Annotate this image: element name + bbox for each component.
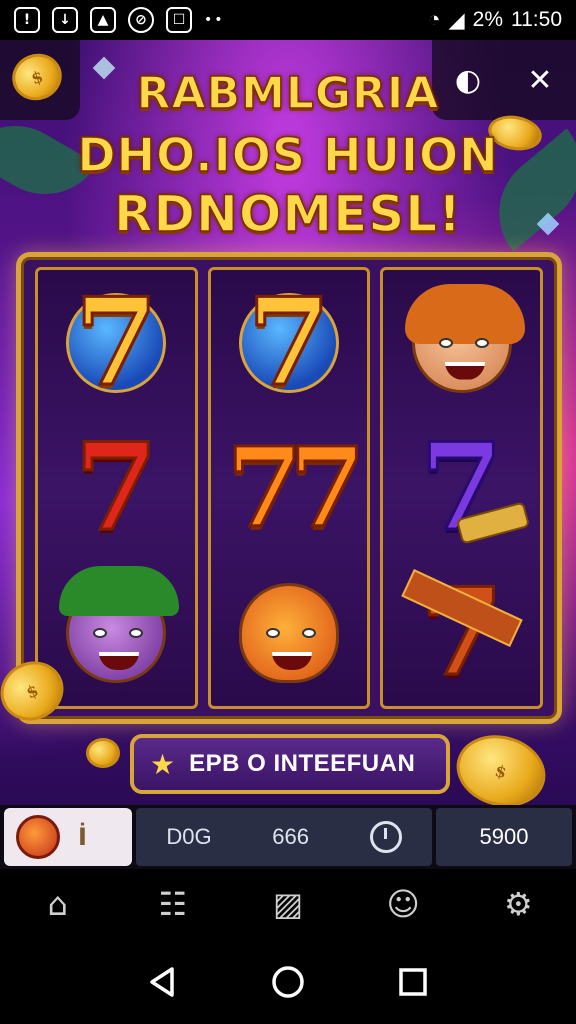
download-icon: ↓ [52, 7, 78, 33]
reel-1[interactable]: 7 7 [35, 267, 198, 709]
title-line-3: RDNOMESL! [113, 184, 462, 244]
gallery-icon[interactable]: ▨ [266, 882, 310, 926]
title-line-2: DHO.IOS HUION [77, 127, 499, 183]
back-icon [149, 966, 174, 997]
home-circle-icon [272, 965, 304, 998]
recents-icon [399, 967, 428, 996]
reel-2[interactable]: 7 77 [207, 267, 371, 709]
symbol-gold-seven: 7 [46, 273, 186, 413]
wifi-icon: ◔ [427, 8, 441, 31]
reels: 7 7 7 77 7 7 [35, 267, 544, 709]
balance-value: 5900 [479, 824, 529, 849]
recents-button[interactable] [388, 957, 438, 1007]
coin-decoration [86, 738, 120, 768]
document-icon[interactable]: ☷ [151, 882, 195, 926]
symbol-orange-double-seven: 77 [219, 418, 367, 558]
home-button[interactable] [263, 957, 313, 1007]
more-notifications: •• [204, 12, 225, 28]
signal-icon: ◢ [448, 8, 465, 32]
balance-panel: 5900 [436, 808, 572, 866]
spin-button[interactable]: ★ EPB O INTEEFUAN [130, 734, 450, 794]
stat-value: 666 [272, 824, 309, 849]
seven-label: 7 [73, 416, 159, 558]
back-button[interactable] [138, 957, 188, 1007]
seven-label: 7 [73, 271, 159, 413]
inbox-icon: ☐ [166, 7, 192, 33]
settings-icon[interactable]: ⚙ [496, 882, 540, 926]
notification-icon: ! [14, 7, 40, 33]
symbol-red-seven: 7 [46, 418, 186, 558]
home-icon[interactable]: ⌂ [36, 882, 80, 926]
woman-face [404, 283, 525, 393]
symbol-gold-seven: 7 [219, 273, 359, 413]
goblin-face [59, 566, 180, 684]
symbol-ribbon-seven: 7 [392, 563, 532, 703]
reel-3[interactable]: 7 7 [380, 267, 544, 709]
monster-face [239, 583, 339, 684]
profile-icon[interactable]: ☺ [381, 882, 425, 926]
symbol-goblin [46, 563, 186, 703]
spin-label: EPB O INTEEFUAN [189, 750, 416, 777]
info-bar: İ D0G 666 5900 [0, 805, 576, 869]
status-time: 11:50 [511, 8, 562, 31]
slot-machine-frame: 7 7 7 77 7 7 [16, 252, 562, 724]
pipe-icon: İ [78, 823, 87, 851]
stats-panel: D0G 666 [136, 808, 432, 866]
image-icon: ▲ [90, 7, 116, 33]
sync-icon: ⊘ [128, 7, 154, 33]
seven-label: 77 [225, 422, 367, 552]
star-icon: ★ [150, 747, 176, 781]
symbol-purple-seven: 7 [392, 418, 532, 558]
game-logo-icon [16, 815, 60, 859]
stat-label: D0G [166, 824, 212, 849]
symbol-monster [219, 563, 359, 703]
slot-game: $ ◐ ✕ RABMLGRIA DHO.IOS HUION RDNOMESL! … [0, 40, 576, 805]
battery-text: 2% [472, 8, 503, 31]
seven-label: 7 [246, 271, 332, 413]
system-nav [0, 939, 576, 1024]
status-bar: ! ↓ ▲ ⊘ ☐ •• ◔ ◢ 2% 11:50 [0, 0, 576, 40]
clock-icon[interactable] [369, 821, 402, 853]
symbol-woman [392, 273, 532, 413]
bottom-nav: ⌂ ☷ ▨ ☺ ⚙ [0, 869, 576, 939]
coin-decoration: $ [448, 725, 554, 805]
title-line-1: RABMLGRIA [136, 67, 440, 120]
game-logo-panel[interactable]: İ [4, 808, 132, 866]
